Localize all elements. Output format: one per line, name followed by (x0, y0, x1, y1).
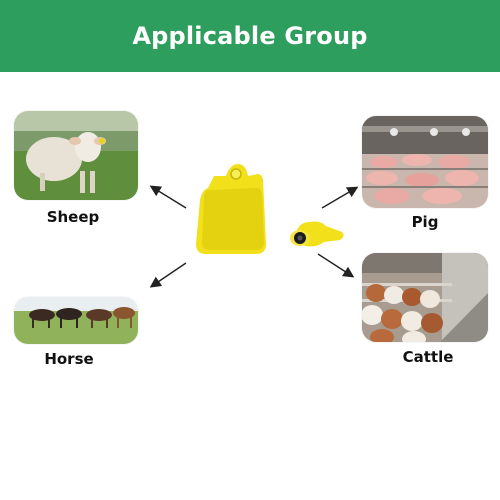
pig-label: Pig (411, 213, 439, 231)
cattle-photo (362, 253, 488, 342)
horse-label: Horse (44, 350, 94, 368)
pig-photo (362, 116, 488, 208)
header-banner: Applicable Group (0, 0, 500, 72)
yellow-ear-tag-icon (192, 160, 348, 260)
horse-photo (14, 297, 138, 344)
cattle-label: Cattle (402, 348, 454, 366)
sheep-photo (14, 111, 138, 200)
sheep-label: Sheep (46, 208, 100, 226)
page-title: Applicable Group (132, 22, 368, 50)
